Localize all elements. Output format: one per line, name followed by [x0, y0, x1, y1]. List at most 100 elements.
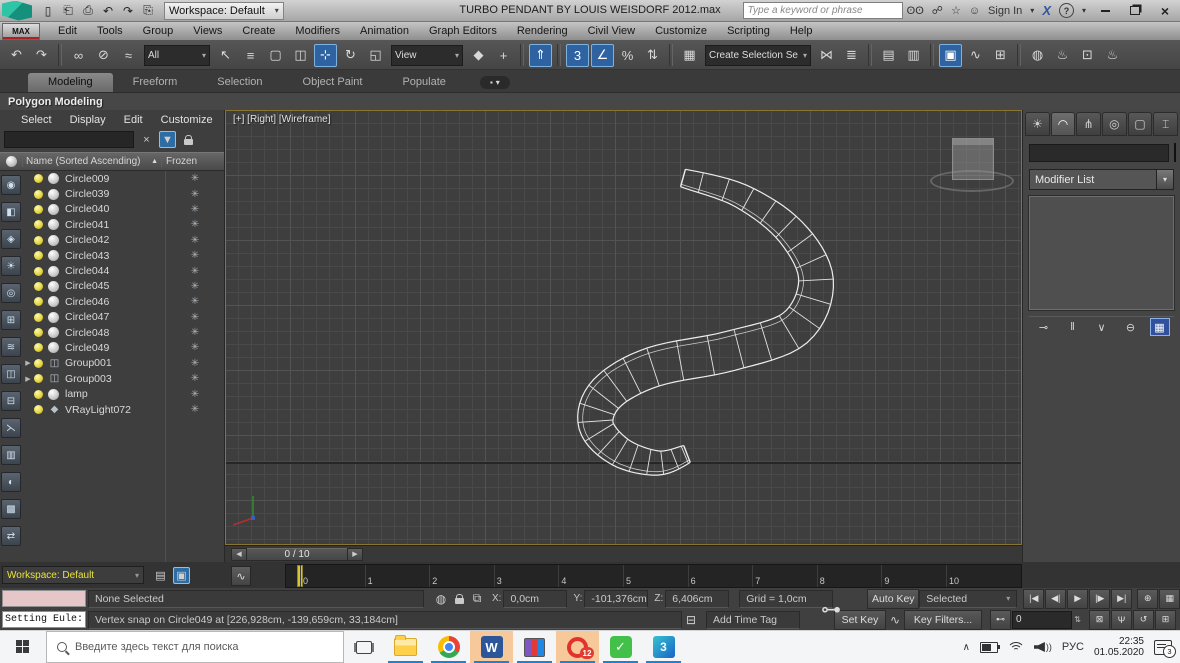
viewport-label[interactable]: [+] [Right] [Wireframe]: [233, 114, 331, 125]
visibility-bulb-icon[interactable]: [34, 359, 43, 368]
lock-explorer-icon[interactable]: [180, 131, 197, 148]
mirror-button[interactable]: ⋈: [815, 44, 838, 67]
auto-key-button[interactable]: Auto Key: [867, 589, 919, 609]
sign-in-link[interactable]: Sign In: [988, 5, 1022, 17]
make-unique[interactable]: ∨: [1092, 318, 1112, 336]
current-frame-field[interactable]: [1012, 611, 1072, 629]
notification-center-icon[interactable]: 3: [1154, 640, 1172, 655]
visibility-bulb-icon[interactable]: [34, 313, 43, 322]
go-to-end-button[interactable]: ▶|: [1111, 589, 1132, 609]
taskbar-search-box[interactable]: Введите здесь текст для поиска: [46, 631, 344, 663]
orbit-view-button[interactable]: ↺: [1133, 610, 1154, 630]
scene-object-row[interactable]: Circle047✳: [22, 310, 224, 325]
toggle-scene-explorer-button[interactable]: ▣: [939, 44, 962, 67]
workspace-dropdown[interactable]: Workspace: Default ▾: [164, 2, 284, 20]
winrar-taskbar-button[interactable]: [513, 631, 556, 663]
chrome-taskbar-button[interactable]: [427, 631, 470, 663]
menu-civil-view[interactable]: Civil View: [578, 25, 645, 37]
key-filters-button[interactable]: Key Filters...: [904, 610, 982, 630]
expand-arrow-icon[interactable]: ▶: [22, 359, 34, 367]
visibility-bulb-icon[interactable]: [34, 220, 43, 229]
command-tab-hierarchy[interactable]: ⋔: [1076, 112, 1101, 136]
redo-button[interactable]: ↷: [30, 44, 53, 67]
zoom-mode-button[interactable]: ⊕: [1137, 589, 1158, 609]
mini-curve-editor-button[interactable]: ∿: [231, 566, 251, 586]
ribbon-minimize-button[interactable]: ▪ ▾: [480, 76, 510, 89]
maximize-viewport-toggle-button[interactable]: ⊞: [1155, 610, 1176, 630]
expand-arrow-icon[interactable]: ▶: [22, 375, 34, 383]
reference-coordinate-system-dropdown[interactable]: View▾: [391, 45, 463, 66]
new-key-curve-icon[interactable]: ∿: [886, 611, 904, 629]
modifier-stack[interactable]: [1029, 196, 1174, 310]
visibility-bulb-icon[interactable]: [34, 174, 43, 183]
render-production-button[interactable]: ♨: [1101, 44, 1124, 67]
menu-rendering[interactable]: Rendering: [507, 25, 578, 37]
menu-modifiers[interactable]: Modifiers: [285, 25, 350, 37]
scene-object-row[interactable]: Circle039✳: [22, 186, 224, 201]
3ds-max-logo-icon[interactable]: [2, 1, 32, 21]
set-keys-key-icon[interactable]: ⊶: [818, 590, 844, 628]
curve-editor-button[interactable]: ∿: [964, 44, 987, 67]
task-view-button[interactable]: [344, 631, 384, 663]
search-icon[interactable]: ʘʘ: [907, 5, 924, 17]
select-and-manipulate-button[interactable]: +: [492, 44, 515, 67]
menu-animation[interactable]: Animation: [350, 25, 419, 37]
menu-group[interactable]: Group: [133, 25, 184, 37]
sync-selection-icon[interactable]: ⇄: [1, 526, 21, 546]
edit-named-selection-sets-button[interactable]: ▦: [678, 44, 701, 67]
use-pivot-point-center-button[interactable]: ◆: [467, 44, 490, 67]
lock-cell-editing-icon[interactable]: ▩: [1, 499, 21, 519]
word-taskbar-button[interactable]: W: [470, 631, 513, 663]
display-helpers-icon[interactable]: ⊞: [1, 310, 21, 330]
z-coordinate-field[interactable]: 6,406cm: [665, 590, 729, 608]
previous-frame-arrow[interactable]: ◀: [231, 548, 247, 561]
ribbon-tab-object-paint[interactable]: Object Paint: [283, 73, 383, 92]
explorer-menu-customize[interactable]: Customize: [152, 114, 222, 126]
object-name-field[interactable]: [1029, 144, 1169, 162]
remove-modifier[interactable]: ⊖: [1121, 318, 1141, 336]
menu-views[interactable]: Views: [183, 25, 232, 37]
graphite-ribbon-toggle-button[interactable]: ▥: [902, 44, 925, 67]
keyboard-shortcut-override-button[interactable]: ⇑: [529, 44, 552, 67]
next-frame-arrow[interactable]: ▶: [347, 548, 363, 561]
visibility-bulb-icon[interactable]: [34, 405, 43, 414]
configure-modifier-sets[interactable]: ▦: [1150, 318, 1170, 336]
visibility-bulb-icon[interactable]: [34, 190, 43, 199]
ribbon-tab-modeling[interactable]: Modeling: [28, 73, 113, 92]
zoom-region-button[interactable]: ⊠: [1089, 610, 1110, 630]
signin-avatar-icon[interactable]: ☺: [969, 5, 980, 17]
material-editor-button[interactable]: ◍: [1026, 44, 1049, 67]
display-containers-icon[interactable]: ▥: [1, 445, 21, 465]
scene-object-row[interactable]: Circle041✳: [22, 217, 224, 232]
schematic-view-button[interactable]: ⊞: [989, 44, 1012, 67]
named-selection-sets-dropdown[interactable]: Create Selection Se▾: [705, 45, 811, 66]
manage-layers-button[interactable]: ▤: [877, 44, 900, 67]
workspace-selector[interactable]: Workspace: Default ▾: [2, 566, 144, 584]
object-type-column-icon[interactable]: [0, 156, 22, 167]
x-coordinate-field[interactable]: 0,0cm: [503, 590, 567, 608]
clear-search-icon[interactable]: ×: [138, 131, 155, 148]
play-animation-button[interactable]: ▶: [1067, 589, 1088, 609]
max-application-button[interactable]: MAX: [2, 23, 40, 40]
render-setup-button[interactable]: ♨: [1051, 44, 1074, 67]
close-button[interactable]: ×: [1150, 1, 1180, 21]
scene-object-row[interactable]: Circle040✳: [22, 202, 224, 217]
communication-center-icon[interactable]: ☍: [932, 4, 943, 17]
y-coordinate-field[interactable]: -101,376cm: [584, 590, 648, 608]
absolute-offset-mode-icon[interactable]: ⧉: [468, 590, 486, 608]
scene-object-row[interactable]: Circle009✳: [22, 171, 224, 186]
macro-recorder-line[interactable]: [2, 590, 86, 607]
display-bones-icon[interactable]: ⋋: [1, 418, 21, 438]
snaps-toggle-3d-button[interactable]: 3: [566, 44, 589, 67]
menu-create[interactable]: Create: [232, 25, 285, 37]
select-object-button[interactable]: ↖: [214, 44, 237, 67]
scene-object-row[interactable]: Circle049✳: [22, 340, 224, 355]
display-materials-icon[interactable]: ◐: [1, 472, 21, 492]
prompt-options-icon[interactable]: ⊟: [682, 611, 700, 629]
visibility-bulb-icon[interactable]: [34, 267, 43, 276]
command-tab-motion[interactable]: ◎: [1102, 112, 1127, 136]
menu-help[interactable]: Help: [780, 25, 823, 37]
pan-view-button[interactable]: Ψ: [1111, 610, 1132, 630]
help-icon[interactable]: ?: [1059, 3, 1074, 18]
explorer-search-input[interactable]: [4, 131, 134, 148]
